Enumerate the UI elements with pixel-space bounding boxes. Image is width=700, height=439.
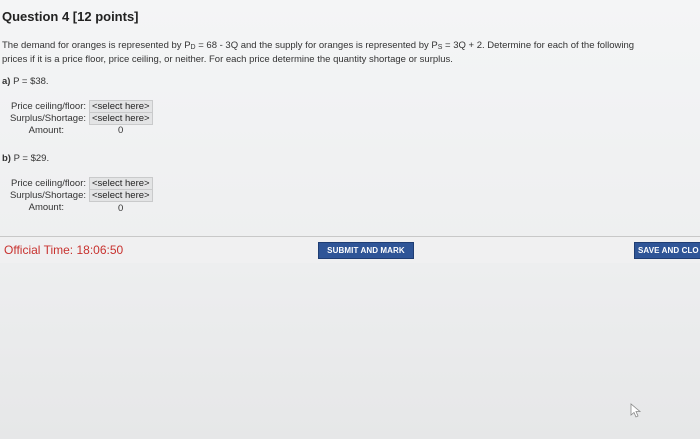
part-a-amount-field[interactable]: 0 xyxy=(118,125,123,136)
surplus-shortage-label: Surplus/Shortage: xyxy=(9,190,86,201)
ceiling-floor-label: Price ceiling/floor: xyxy=(11,101,86,112)
question-prompt: The demand for oranges is represented by… xyxy=(2,40,700,66)
ceiling-floor-label: Price ceiling/floor: xyxy=(11,178,86,189)
official-timer: Official Time: 18:06:50 xyxy=(4,243,123,257)
amount-label: Amount: xyxy=(28,125,64,136)
timer-label: Official Time: xyxy=(4,243,77,257)
part-a-surplus-shortage-select[interactable]: <select here> xyxy=(89,112,153,125)
mouse-pointer-icon xyxy=(630,403,644,424)
submit-and-mark-button[interactable]: SUBMIT AND MARK xyxy=(318,242,414,259)
save-and-close-button[interactable]: SAVE AND CLO xyxy=(634,242,700,259)
part-a-label: a) P = $38. xyxy=(2,76,49,87)
part-b-amount-field[interactable]: 0 xyxy=(118,203,123,214)
part-b-surplus-shortage-row: Surplus/Shortage: xyxy=(2,190,86,202)
part-b-label: b) P = $29. xyxy=(2,153,50,164)
question-title: Question 4 [12 points] xyxy=(2,9,139,24)
prompt-line-2: prices if it is a price floor, price cei… xyxy=(2,54,453,65)
part-b-amount-row: Amount: xyxy=(2,202,64,214)
timer-value: 18:06:50 xyxy=(76,243,124,257)
surplus-shortage-label: Surplus/Shortage: xyxy=(9,113,86,124)
part-b-surplus-shortage-select[interactable]: <select here> xyxy=(89,189,153,202)
part-a-amount-row: Amount: xyxy=(2,125,64,137)
part-a-surplus-shortage-row: Surplus/Shortage: xyxy=(2,113,86,125)
amount-label: Amount: xyxy=(28,202,64,213)
part-a-ceiling-floor-row: Price ceiling/floor: xyxy=(2,101,86,113)
prompt-line-1: The demand for oranges is represented by… xyxy=(2,40,635,51)
part-b-ceiling-floor-row: Price ceiling/floor: xyxy=(2,178,86,190)
